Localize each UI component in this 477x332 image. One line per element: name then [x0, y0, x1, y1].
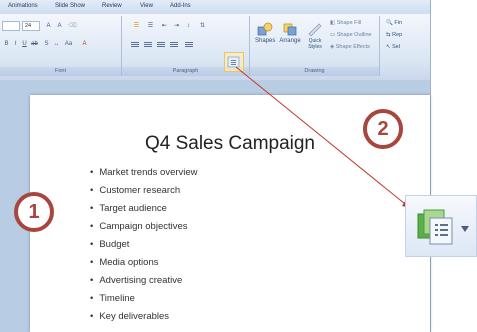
shapes-button[interactable]: Shapes [254, 21, 276, 55]
arrange-button[interactable]: Arrange [278, 21, 302, 55]
quick-styles-button[interactable]: Quick Styles [304, 21, 326, 55]
replace-button[interactable]: ⇆ Rep [386, 32, 402, 38]
grow-font-icon[interactable]: A [44, 22, 53, 31]
list-item: Market trends overview [90, 164, 197, 182]
shapes-icon [257, 22, 273, 36]
convert-to-smartart-button[interactable] [224, 52, 244, 72]
list-item: Customer research [90, 182, 198, 200]
clear-formatting-icon[interactable]: ⌫ [68, 22, 77, 31]
justify-icon[interactable] [169, 41, 179, 49]
convert-to-smartart-icon [227, 56, 240, 68]
convert-to-smartart-icon [417, 209, 469, 245]
columns-icon[interactable] [184, 41, 194, 49]
change-case-icon[interactable]: Aa [64, 40, 73, 49]
list-item: Advertising creative [90, 272, 198, 290]
ribbon-tabs: Animations Slide Show Review View Add-In… [0, 0, 430, 14]
strikethrough-icon[interactable]: ab [30, 40, 39, 49]
list-item: Campaign objectives [90, 218, 198, 236]
align-center-icon[interactable] [143, 41, 153, 49]
numbering-icon[interactable]: ☰ [146, 22, 155, 31]
font-size-value: 24 [25, 23, 32, 29]
drawing-group: Shapes Arrange Quick Styles ◧ Shape Fill… [250, 16, 380, 76]
drawing-group-label: Drawing [250, 67, 379, 76]
tab-slide-show[interactable]: Slide Show [55, 3, 85, 9]
shape-effects-label: Shape Effects [335, 44, 370, 50]
font-size-box[interactable]: 24 [22, 21, 40, 31]
text-direction-icon[interactable]: ⇅ [198, 22, 207, 31]
editing-group: 🔍 Fin ⇆ Rep ↖ Sel [380, 16, 430, 76]
shape-outline-button[interactable]: ▭ Shape Outline [330, 32, 372, 38]
find-button[interactable]: 🔍 Fin [386, 20, 402, 26]
bold-icon[interactable]: B [2, 40, 11, 49]
bullet-list[interactable]: Market trends overview Customer research… [90, 164, 198, 326]
list-item: Budget [90, 236, 198, 254]
arrange-label: Arrange [279, 38, 301, 44]
shrink-font-icon[interactable]: A [55, 22, 64, 31]
list-item: Target audience [90, 200, 198, 218]
arrange-icon [283, 23, 297, 36]
shape-outline-label: Shape Outline [336, 32, 372, 38]
annotation-marker-1: 1 [14, 192, 54, 232]
shape-effects-button[interactable]: ◈ Shape Effects [330, 44, 370, 50]
shape-fill-button[interactable]: ◧ Shape Fill [330, 20, 361, 26]
align-right-icon[interactable] [156, 41, 166, 49]
tab-animations[interactable]: Animations [8, 3, 38, 9]
line-spacing-icon[interactable]: ↕ [184, 22, 193, 31]
shapes-label: Shapes [255, 38, 276, 44]
tab-review[interactable]: Review [102, 3, 122, 9]
font-group-label: Font [0, 67, 121, 76]
underline-icon[interactable]: U [20, 40, 29, 49]
list-item: Timeline [90, 290, 198, 308]
ribbon: 24 A A ⌫ B I U ab S ↔ Aa A Font ☰ ☰ ⇤ ⇥ … [0, 14, 430, 81]
dropdown-arrow-icon [461, 226, 469, 232]
select-label: Sel [392, 44, 401, 50]
find-label: Fin [394, 20, 403, 26]
shape-fill-label: Shape Fill [336, 20, 362, 26]
select-button[interactable]: ↖ Sel [386, 44, 400, 50]
align-left-icon[interactable] [130, 41, 140, 49]
replace-label: Rep [392, 32, 403, 38]
font-color-icon[interactable]: A [80, 40, 89, 49]
character-spacing-icon[interactable]: ↔ [52, 40, 61, 49]
tab-view[interactable]: View [140, 3, 153, 9]
quick-styles-label: Quick Styles [308, 38, 322, 50]
increase-indent-icon[interactable]: ⇥ [172, 22, 181, 31]
bullets-icon[interactable]: ☰ [132, 22, 141, 31]
font-group: 24 A A ⌫ B I U ab S ↔ Aa A Font [0, 16, 122, 76]
shadow-icon[interactable]: S [42, 40, 51, 49]
tab-add-ins[interactable]: Add-Ins [170, 3, 191, 9]
quick-styles-icon [308, 23, 322, 37]
decrease-indent-icon[interactable]: ⇤ [160, 22, 169, 31]
list-item: Media options [90, 254, 198, 272]
italic-icon[interactable]: I [11, 40, 20, 49]
font-name-box[interactable] [2, 21, 20, 31]
list-item: Key deliverables [90, 308, 198, 326]
annotation-marker-2: 2 [363, 109, 403, 149]
zoomed-smartart-button [405, 195, 477, 257]
